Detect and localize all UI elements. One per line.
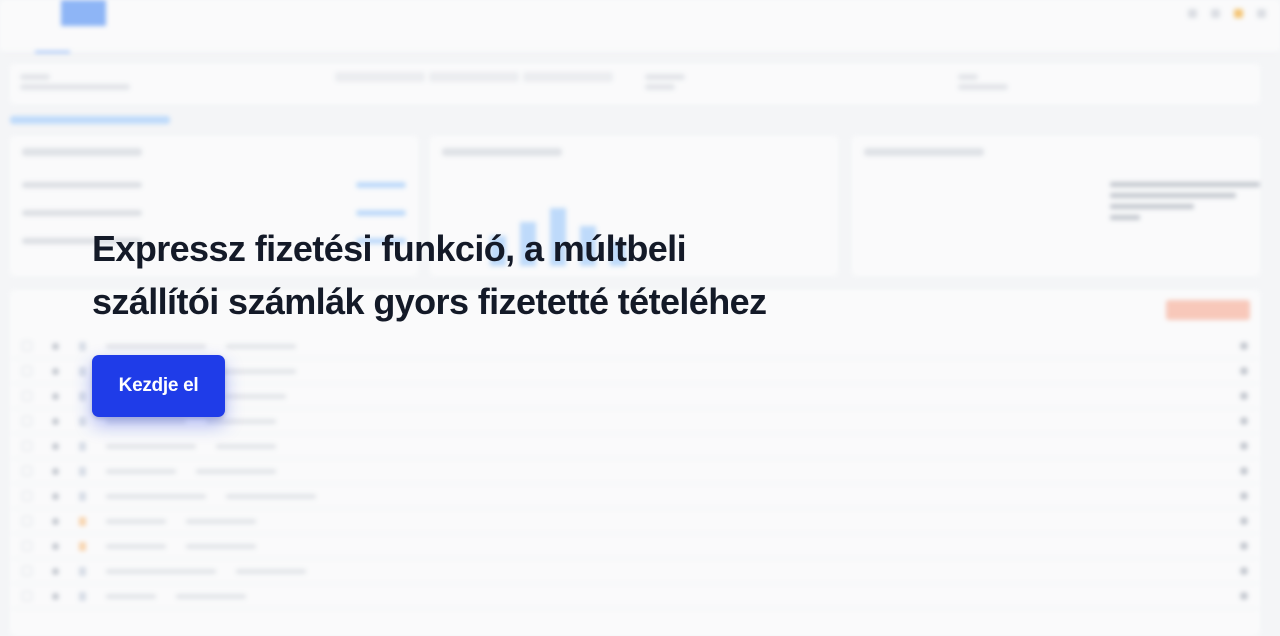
subtab — [135, 26, 178, 52]
nav-item-active — [60, 0, 106, 26]
new-invoice-button-blurred — [1166, 300, 1250, 320]
nav-item — [181, 0, 226, 26]
nav-item — [28, 0, 61, 26]
subtab — [70, 26, 98, 52]
subtab-active — [35, 25, 71, 53]
costs-category-card — [852, 136, 1260, 276]
top-navigation-bar — [0, 0, 1280, 27]
nav-item — [106, 0, 144, 26]
user-icon — [1188, 8, 1197, 18]
top-right-controls — [1188, 8, 1266, 18]
subtab — [178, 26, 218, 52]
filter-panel — [10, 64, 1260, 104]
subtab — [98, 26, 136, 52]
headline-line-2: szállítói számlák gyors fizetetté tételé… — [92, 281, 767, 322]
nav-item — [226, 0, 271, 26]
settings-icon — [1257, 8, 1266, 18]
invoice-table — [10, 290, 1260, 636]
notification-icon — [1234, 8, 1243, 18]
headline-line-1: Expressz fizetési funkció, a múltbeli — [92, 228, 687, 269]
feature-headline: Expressz fizetési funkció, a múltbeli szá… — [92, 222, 852, 328]
get-started-button[interactable]: Kezdje el — [92, 355, 225, 417]
sub-navigation-bar — [0, 26, 1280, 53]
active-filter-summary — [10, 116, 170, 124]
help-icon — [1211, 8, 1220, 18]
subtab — [0, 26, 35, 52]
nav-item — [143, 0, 181, 26]
